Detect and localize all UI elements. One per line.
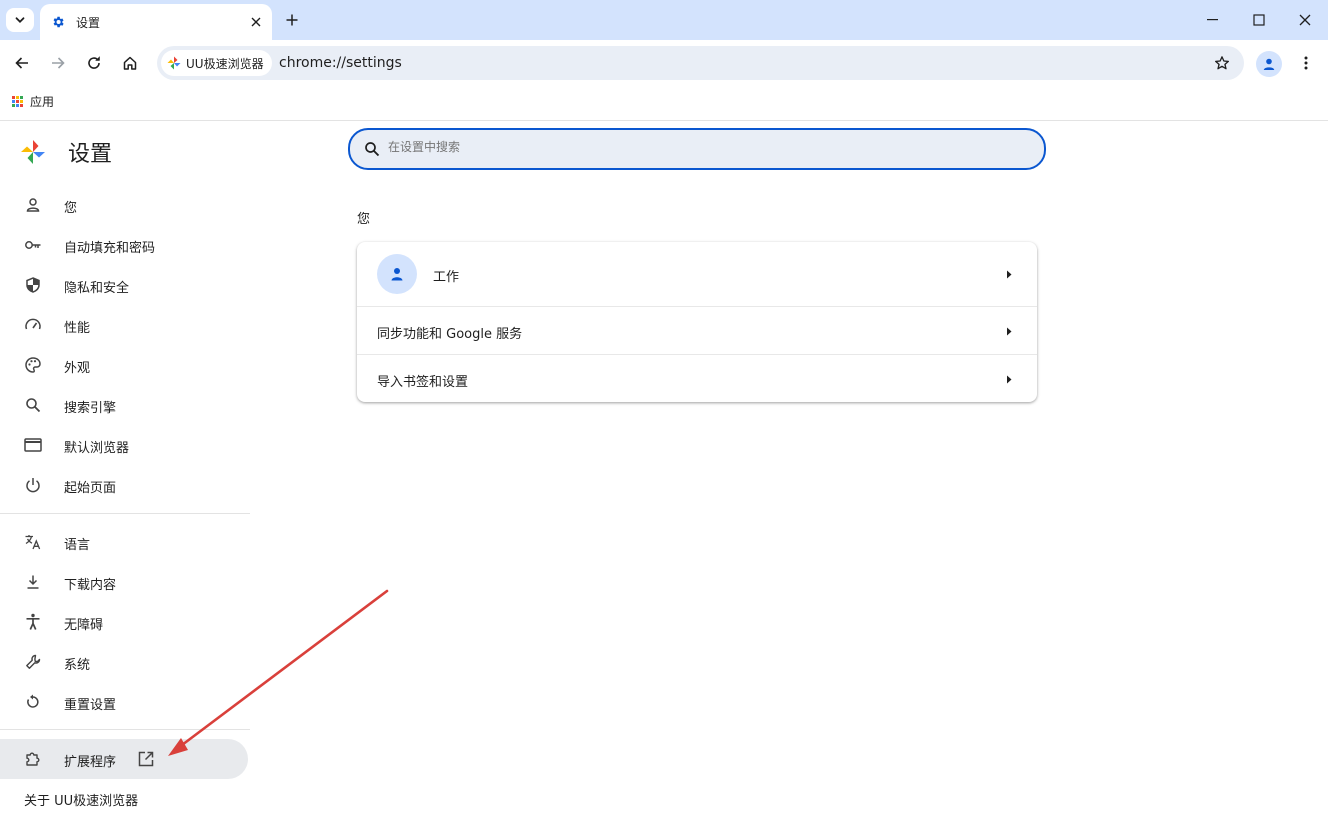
window-close-icon[interactable] [1282,0,1328,40]
profile-row[interactable]: 工作 [357,242,1037,306]
sidebar-item-label: 性能 [64,321,91,336]
person-icon [24,196,42,214]
reset-icon [24,693,42,711]
sidebar-item-label: 自动填充和密码 [64,241,156,256]
section-title: 您 [357,212,371,227]
tab-strip: 设置 [0,0,1328,40]
site-chip[interactable]: UU极速浏览器 [161,50,272,76]
toolbar: UU极速浏览器 chrome://settings [0,40,1328,86]
minimize-icon[interactable] [1190,0,1236,40]
profile-name: 工作 [433,270,460,285]
tab-title: 设置 [76,15,101,30]
profile-avatar-icon[interactable] [1256,51,1282,77]
sidebar-item-reset[interactable]: 重置设置 [0,682,250,722]
settings-header: 设置 [20,136,112,168]
person-icon [391,268,403,281]
site-chip-label: UU极速浏览器 [186,56,264,71]
download-icon [24,573,42,591]
bookmark-star-icon[interactable] [1212,53,1232,73]
search-input[interactable] [386,139,990,155]
chevron-down-icon [15,17,25,23]
sidebar-item-label: 隐私和安全 [64,281,130,296]
sidebar-item-label: 系统 [64,658,91,673]
sidebar-item-you[interactable]: 您 [0,185,250,225]
puzzle-icon [24,750,42,768]
active-tab[interactable]: 设置 [40,4,272,40]
sidebar-item-system[interactable]: 系统 [0,642,250,682]
sidebar-item-label: 外观 [64,361,91,376]
search-icon [24,396,42,414]
sidebar-item-label: 语言 [64,538,91,553]
speedometer-icon [24,316,42,334]
key-icon [24,236,42,254]
pinwheel-logo-icon [167,56,181,70]
gear-icon [50,14,66,30]
arrow-right-icon [1005,326,1013,336]
wrench-icon [24,653,42,671]
bookmarks-bar: 应用 [0,86,1328,121]
sync-row-label: 同步功能和 Google 服务 [377,327,523,342]
sidebar-item-label: 无障碍 [64,618,104,633]
url-text[interactable]: chrome://settings [279,55,402,71]
pinwheel-logo-icon [21,140,45,164]
sidebar-item-downloads[interactable]: 下载内容 [0,562,250,602]
apps-bookmark[interactable]: 应用 [12,93,54,110]
shield-icon [24,276,42,294]
sidebar-item-languages[interactable]: 语言 [0,522,250,562]
sidebar-item-label: 起始页面 [64,481,117,496]
back-arrow-icon[interactable] [6,47,38,79]
apps-bookmark-label: 应用 [30,95,55,109]
sidebar-item-default-browser[interactable]: 默认浏览器 [0,425,250,465]
sidebar-divider [0,729,250,730]
reload-icon[interactable] [78,47,110,79]
sidebar-item-accessibility[interactable]: 无障碍 [0,602,250,642]
more-vert-icon[interactable] [1296,51,1316,75]
browser-window-icon [24,436,42,454]
sidebar-item-label: 重置设置 [64,698,117,713]
page-title: 设置 [68,142,113,167]
sidebar-item-search-engine[interactable]: 搜索引擎 [0,385,250,425]
settings-search-box[interactable] [348,128,1046,170]
sidebar-item-privacy[interactable]: 隐私和安全 [0,265,250,305]
search-icon [365,142,380,157]
open-in-new-icon [137,750,155,768]
import-row[interactable]: 导入书签和设置 [357,355,1037,402]
accessibility-icon [24,613,42,631]
sync-row[interactable]: 同步功能和 Google 服务 [357,307,1037,354]
sidebar-item-extensions[interactable]: 扩展程序 [0,739,248,779]
close-tab-icon[interactable] [246,12,266,32]
sidebar-item-label: 下载内容 [64,578,117,593]
sidebar-item-label: 扩展程序 [64,755,117,770]
sidebar-item-autofill[interactable]: 自动填充和密码 [0,225,250,265]
palette-icon [24,356,42,374]
forward-arrow-icon[interactable] [42,47,74,79]
address-bar[interactable]: UU极速浏览器 chrome://settings [157,46,1244,80]
sidebar-item-startup[interactable]: 起始页面 [0,465,250,505]
maximize-icon[interactable] [1236,0,1282,40]
sidebar-divider [0,513,250,514]
arrow-right-icon [1005,269,1013,279]
new-tab-plus-icon[interactable] [280,8,304,32]
apps-grid-icon [12,96,23,107]
home-icon[interactable] [114,47,146,79]
about-browser-link[interactable]: 关于 UU极速浏览器 [24,790,138,809]
sidebar-item-appearance[interactable]: 外观 [0,345,250,385]
tab-search-button[interactable] [6,8,34,32]
you-section-card: 工作 同步功能和 Google 服务 导入书签和设置 [357,242,1037,402]
translate-icon [24,533,42,551]
power-icon [24,476,42,494]
sidebar-item-label: 您 [64,201,78,216]
sidebar-item-label: 搜索引擎 [64,401,117,416]
avatar [377,254,417,294]
sidebar-item-performance[interactable]: 性能 [0,305,250,345]
arrow-right-icon [1005,374,1013,384]
import-row-label: 导入书签和设置 [377,375,469,390]
sidebar-item-label: 默认浏览器 [64,441,130,456]
